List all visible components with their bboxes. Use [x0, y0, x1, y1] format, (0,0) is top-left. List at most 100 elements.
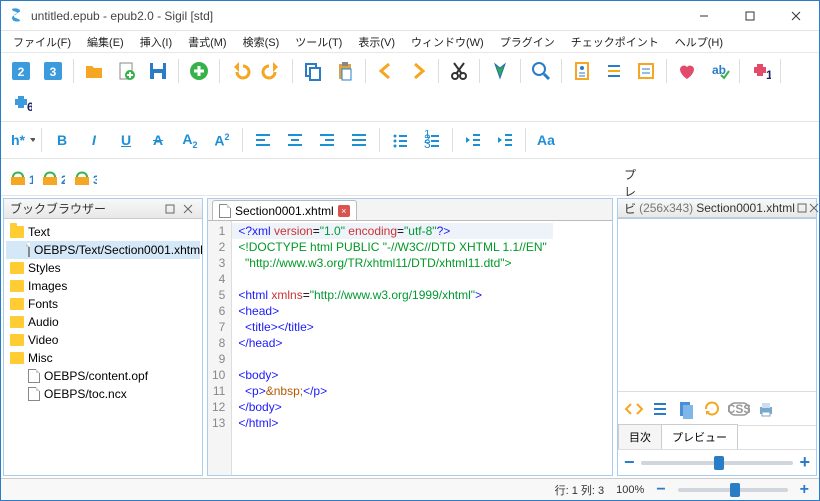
search-button[interactable]	[527, 57, 555, 85]
menu-file[interactable]: ファイル(F)	[5, 32, 79, 52]
list-bullet-button[interactable]	[386, 126, 414, 154]
menu-edit[interactable]: 編集(E)	[79, 32, 132, 52]
italic-button[interactable]: I	[80, 126, 108, 154]
close-button[interactable]	[773, 1, 819, 30]
preview-close-button[interactable]	[809, 200, 819, 216]
open-button[interactable]	[80, 57, 108, 85]
preview-viewport	[618, 219, 816, 391]
preview-float-button[interactable]	[797, 200, 807, 216]
status-zoom-in[interactable]: +	[800, 481, 809, 499]
align-right-button[interactable]	[313, 126, 341, 154]
epub3-button[interactable]: 3	[39, 57, 67, 85]
svg-text:2: 2	[18, 65, 25, 79]
favorite-button[interactable]	[673, 57, 701, 85]
tab-toc[interactable]: 目次	[618, 424, 662, 449]
minimize-button[interactable]	[681, 1, 727, 30]
zoom-out-icon[interactable]: −	[624, 452, 635, 473]
book-browser-title: ブックブラウザー	[10, 200, 106, 217]
copy-button[interactable]	[299, 57, 327, 85]
tree-item[interactable]: Text	[6, 223, 200, 241]
preview-toolbar: CSS	[618, 391, 816, 425]
reload-icon[interactable]	[702, 399, 722, 419]
tree-item[interactable]: OEBPS/content.opf	[6, 367, 200, 385]
redo-button[interactable]	[258, 57, 286, 85]
clip1-button[interactable]: 1	[7, 163, 35, 191]
save-button[interactable]	[144, 57, 172, 85]
forward-button[interactable]	[404, 57, 432, 85]
bold-button[interactable]: B	[48, 126, 76, 154]
panel-close-button[interactable]	[180, 201, 196, 217]
generate-toc-button[interactable]	[632, 57, 660, 85]
subscript-button[interactable]: A2	[176, 126, 204, 154]
menu-view[interactable]: 表示(V)	[350, 32, 403, 52]
editor-tab[interactable]: Section0001.xhtml ×	[212, 200, 357, 220]
status-zoom-out[interactable]: −	[656, 481, 665, 499]
heading-button[interactable]: h*	[7, 126, 35, 154]
code-editor[interactable]: 12345678910111213 <?xml version="1.0" en…	[208, 221, 612, 475]
tree-item[interactable]: Fonts	[6, 295, 200, 313]
strike-button[interactable]: A	[144, 126, 172, 154]
menu-checkpoint[interactable]: チェックポイント	[563, 32, 667, 52]
underline-button[interactable]: U	[112, 126, 140, 154]
status-zoom-slider[interactable]	[678, 488, 788, 492]
menu-insert[interactable]: 挿入(I)	[132, 32, 180, 52]
align-justify-button[interactable]	[345, 126, 373, 154]
folder-icon	[10, 334, 24, 346]
case-button[interactable]: Aa	[532, 126, 560, 154]
preview-panel: プレビュー (256x343) Section0001.xhtml CSS	[617, 198, 817, 476]
add-file-button[interactable]	[112, 57, 140, 85]
menu-tools[interactable]: ツール(T)	[287, 32, 350, 52]
paste-button[interactable]	[331, 57, 359, 85]
plugin6-button[interactable]: 6	[7, 89, 35, 117]
svg-text:3: 3	[50, 65, 57, 79]
plugin1-button[interactable]: 1	[746, 57, 774, 85]
menu-format[interactable]: 書式(M)	[180, 32, 235, 52]
css-icon[interactable]: CSS	[728, 400, 750, 418]
code-area[interactable]: <?xml version="1.0" encoding="utf-8"?><!…	[232, 221, 552, 475]
spellcheck-button[interactable]: ab	[705, 57, 733, 85]
code-view-icon[interactable]	[624, 399, 644, 419]
tree-item[interactable]: OEBPS/toc.ncx	[6, 385, 200, 403]
outdent-button[interactable]	[459, 126, 487, 154]
menu-plugin[interactable]: プラグイン	[492, 32, 563, 52]
zoom-in-icon[interactable]: +	[799, 452, 810, 473]
add-button[interactable]	[185, 57, 213, 85]
tab-close-button[interactable]: ×	[338, 205, 350, 217]
tree-item[interactable]: Styles	[6, 259, 200, 277]
tree-item[interactable]: Audio	[6, 313, 200, 331]
tree-item[interactable]: Misc	[6, 349, 200, 367]
list-number-button[interactable]: 123	[418, 126, 446, 154]
superscript-button[interactable]: A2	[208, 126, 236, 154]
clip3-button[interactable]: 3	[71, 163, 99, 191]
select-icon[interactable]	[650, 399, 670, 419]
editor-panel: Section0001.xhtml × 12345678910111213 <?…	[207, 198, 613, 476]
tree-item[interactable]: Images	[6, 277, 200, 295]
undo-button[interactable]	[226, 57, 254, 85]
clip2-button[interactable]: 2	[39, 163, 67, 191]
validate-button[interactable]	[486, 57, 514, 85]
svg-text:3: 3	[93, 173, 97, 187]
panel-float-button[interactable]	[162, 201, 178, 217]
back-button[interactable]	[372, 57, 400, 85]
maximize-button[interactable]	[727, 1, 773, 30]
print-icon[interactable]	[756, 399, 776, 419]
indent-button[interactable]	[491, 126, 519, 154]
align-center-button[interactable]	[281, 126, 309, 154]
menu-help[interactable]: ヘルプ(H)	[667, 32, 731, 52]
epub2-button[interactable]: 2	[7, 57, 35, 85]
menu-search[interactable]: 検索(S)	[235, 32, 288, 52]
svg-text:1: 1	[29, 173, 33, 187]
book-browser-tree[interactable]: TextOEBPS/Text/Section0001.xhtmlStylesIm…	[4, 219, 202, 475]
folder-icon	[10, 262, 24, 274]
align-left-button[interactable]	[249, 126, 277, 154]
metadata-button[interactable]	[568, 57, 596, 85]
toc-button[interactable]	[600, 57, 628, 85]
cut-button[interactable]	[445, 57, 473, 85]
copy-html-icon[interactable]	[676, 399, 696, 419]
menu-window[interactable]: ウィンドウ(W)	[403, 32, 492, 52]
tree-item[interactable]: Video	[6, 331, 200, 349]
zoom-slider[interactable]	[641, 461, 794, 465]
tab-preview[interactable]: プレビュー	[661, 424, 738, 449]
tree-item[interactable]: OEBPS/Text/Section0001.xhtml	[6, 241, 200, 259]
svg-text:ab: ab	[712, 63, 726, 77]
